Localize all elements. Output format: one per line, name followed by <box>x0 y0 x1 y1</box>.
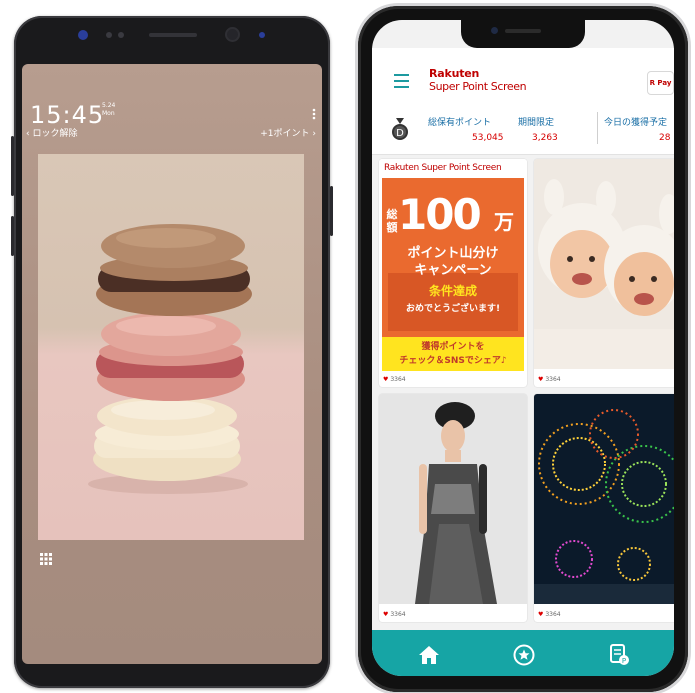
today-points-label: 今日の獲得予定 <box>604 118 668 128</box>
woman-photo <box>379 394 527 608</box>
babies-photo <box>534 159 674 373</box>
medal-icon: D <box>391 118 409 142</box>
total-points-label: 総保有ポイント <box>428 118 492 128</box>
photo-card-fireworks[interactable]: ♥ 3364 <box>534 394 674 622</box>
bixby-key <box>11 216 14 256</box>
ad-line3: 条件達成 <box>428 284 477 298</box>
notch <box>461 20 585 48</box>
apps-grid-icon[interactable] <box>39 551 53 565</box>
ad-line2: キャンペーン <box>414 263 492 278</box>
svg-text:D: D <box>396 128 404 139</box>
photo-card-babies[interactable]: ♥ 3364 <box>534 159 674 387</box>
receipt-icon[interactable]: P <box>608 644 630 666</box>
ad-share-banner[interactable]: 獲得ポイントを チェック＆SNSでシェア♪ <box>382 337 524 371</box>
brand-subtitle: Super Point Screen <box>429 80 527 93</box>
front-camera <box>491 27 498 34</box>
earpiece-speaker <box>505 29 541 33</box>
lock-date: 5.24 Mon <box>102 102 116 117</box>
divider <box>597 112 598 144</box>
more-vertical-icon[interactable] <box>312 108 316 123</box>
hamburger-icon[interactable] <box>394 74 409 88</box>
android-phone: 15:45 5.24 Mon ‹ ロック解除 +1ポイント › <box>11 16 333 688</box>
point-hint[interactable]: +1ポイント › <box>260 126 316 139</box>
ad-banner: 総額 100 万 ポイント山分け キャンペーン 条件達成 おめでとうございます! <box>382 178 524 337</box>
today-points-value: 28 <box>659 133 671 143</box>
volume-key <box>11 136 14 196</box>
ad-brand-header: Rakuten Super Point Screen <box>379 159 527 178</box>
ad-big-number: 100 <box>398 190 482 239</box>
front-camera <box>227 29 238 40</box>
fireworks-photo <box>534 394 674 608</box>
lock-screen: 15:45 5.24 Mon ‹ ロック解除 +1ポイント › <box>22 64 322 664</box>
photo-card-woman[interactable]: ♥ 3364 <box>379 394 527 622</box>
app-screen: Rakuten Super Point Screen R Pay D 総保有ポイ… <box>372 20 674 676</box>
macaron-photo <box>38 154 304 540</box>
limited-points-value: 3,263 <box>532 133 558 143</box>
like-count[interactable]: ♥ 3364 <box>538 611 561 618</box>
ad-vertical-text: 総額 <box>386 208 398 234</box>
home-icon[interactable] <box>418 644 440 666</box>
brand-logo: Rakuten <box>429 67 480 80</box>
like-count[interactable]: ♥ 3364 <box>383 611 406 618</box>
front-sensor <box>78 30 88 40</box>
sensor-dot <box>106 32 112 38</box>
earpiece-speaker <box>149 33 197 37</box>
iris-sensor <box>259 32 265 38</box>
like-count[interactable]: ♥ 3364 <box>383 376 406 383</box>
total-points-value: 53,045 <box>472 133 504 143</box>
sensor-dot <box>118 32 124 38</box>
svg-text:P: P <box>622 657 626 665</box>
ad-line4: おめでとうございます! <box>405 304 501 314</box>
unlock-hint[interactable]: ‹ ロック解除 <box>26 126 77 139</box>
limited-points-label: 期間限定 <box>518 118 555 128</box>
star-circle-icon[interactable] <box>513 644 535 666</box>
app-header <box>372 48 674 104</box>
ad-card[interactable]: Rakuten Super Point Screen 総額 100 万 ポイント… <box>379 159 527 387</box>
power-key <box>330 186 333 236</box>
iphone: Rakuten Super Point Screen R Pay D 総保有ポイ… <box>358 6 688 692</box>
rpay-badge[interactable]: R Pay <box>647 71 674 95</box>
lock-time: 15:45 <box>30 101 105 129</box>
ad-big-unit: 万 <box>494 210 514 234</box>
points-bar <box>372 104 674 155</box>
like-count[interactable]: ♥ 3364 <box>538 376 561 383</box>
